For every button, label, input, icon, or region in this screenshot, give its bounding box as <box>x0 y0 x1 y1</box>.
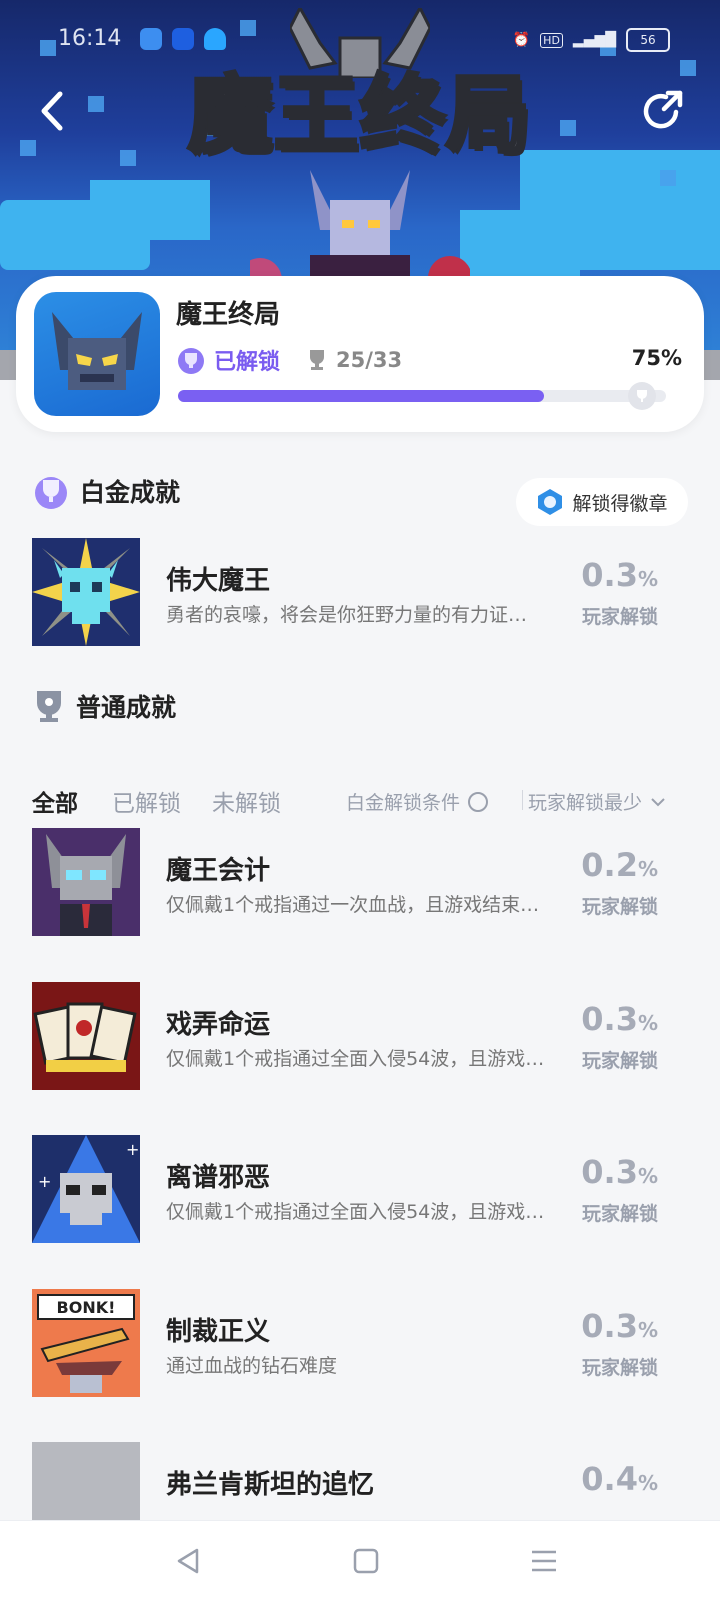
achievement-thumbnail <box>32 538 140 646</box>
platinum-condition-toggle[interactable]: 白金解锁条件 <box>346 788 489 815</box>
demon-accountant-icon <box>46 834 126 936</box>
achievement-name: 制裁正义 <box>166 1317 271 1347</box>
achievement-description: 勇者的哀嚎，将会是你狂野力量的有力证… <box>166 604 528 626</box>
unlock-rate: 0.2% <box>581 846 658 884</box>
trophy-count-value: 25/33 <box>336 348 403 372</box>
status-bar: 16:14 ⏰ HD ▂▄▆█ 56 <box>0 22 720 62</box>
status-indicators: ⏰ HD ▂▄▆█ 56 <box>513 28 670 52</box>
svg-text:+: + <box>126 1140 139 1159</box>
app-notification-icon <box>172 28 194 50</box>
unlock-badge-button[interactable]: 解锁得徽章 <box>516 478 688 526</box>
share-icon[interactable] <box>640 88 686 134</box>
back-icon[interactable] <box>34 88 74 134</box>
sort-dropdown[interactable]: 玩家解锁最少 <box>528 788 666 815</box>
achievement-item[interactable]: BONK! 制裁正义 通过血战的钻石难度 0.3% 玩家解锁 <box>32 1289 688 1397</box>
achievement-thumbnail: + + <box>32 1135 140 1243</box>
platinum-heading: 白金成就 <box>80 478 181 507</box>
nav-back-icon[interactable] <box>168 1541 208 1581</box>
signal-icon: ▂▄▆█ <box>572 32 616 48</box>
achievement-name: 弗兰肯斯坦的追忆 <box>166 1470 375 1500</box>
trophy-icon <box>37 691 61 722</box>
alarm-icon: ⏰ <box>512 32 531 48</box>
skull-burst-icon <box>32 538 140 646</box>
achievement-item[interactable]: 魔王会计 仅佩戴1个戒指通过一次血战，且游戏结束… 0.2% 玩家解锁 <box>32 828 688 936</box>
platinum-section-header: 白金成就 <box>32 472 180 510</box>
normal-section-header: 普通成就 <box>32 688 176 724</box>
completion-percent: 75% <box>631 346 682 370</box>
platinum-trophy-icon <box>178 348 204 374</box>
svg-text:+: + <box>38 1172 51 1191</box>
tab-all[interactable]: 全部 <box>32 784 78 818</box>
achievement-name: 戏弄命运 <box>166 1010 271 1040</box>
tab-locked[interactable]: 未解锁 <box>212 784 281 818</box>
platinum-achievement-item[interactable]: 伟大魔王 勇者的哀嚎，将会是你狂野力量的有力证… 0.3% 玩家解锁 <box>32 538 688 646</box>
filter-divider <box>522 790 523 810</box>
chevron-down-icon <box>651 797 665 806</box>
unlock-rate-label: 玩家解锁 <box>581 1203 658 1225</box>
sort-label: 玩家解锁最少 <box>528 792 643 814</box>
tab-unlocked[interactable]: 已解锁 <box>112 784 181 818</box>
achievement-thumbnail: BONK! <box>32 1289 140 1397</box>
platinum-trophy-icon <box>35 477 67 509</box>
unlock-rate-label: 玩家解锁 <box>581 606 658 628</box>
unlock-status: 已解锁 25/33 <box>176 344 402 376</box>
unlock-rate: 0.3% <box>581 1153 658 1191</box>
system-nav-bar <box>0 1520 720 1609</box>
unlock-rate: 0.3% <box>581 1307 658 1345</box>
achievement-description: 仅佩戴1个戒指通过全面入侵54波，且游戏… <box>166 1201 545 1223</box>
platinum-condition-label: 白金解锁条件 <box>346 792 461 814</box>
game-summary-card: 魔王终局 已解锁 25/33 75% <box>16 276 704 432</box>
normal-heading: 普通成就 <box>76 693 177 722</box>
unlock-rate-label: 玩家解锁 <box>581 1050 658 1072</box>
achievement-description: 通过血战的钻石难度 <box>166 1355 338 1377</box>
game-logo: 魔王终局 <box>186 64 532 166</box>
unlock-rate-label: 玩家解锁 <box>581 896 658 918</box>
achievement-thumbnail <box>32 982 140 1090</box>
status-time: 16:14 <box>58 26 122 51</box>
unlock-rate: 0.4% <box>581 1460 658 1498</box>
unlock-rate-label: 玩家解锁 <box>581 1357 658 1379</box>
achievement-description: 仅佩戴1个戒指通过全面入侵54波，且游戏… <box>166 1048 545 1070</box>
achievement-description: 仅佩戴1个戒指通过一次血战，且游戏结束… <box>166 894 540 916</box>
nav-menu-icon[interactable] <box>524 1541 564 1581</box>
status-app-icons <box>140 28 226 50</box>
progress-end-trophy-icon <box>628 382 656 410</box>
cards-icon <box>33 1002 137 1072</box>
battery-icon: 56 <box>626 28 670 52</box>
badge-icon <box>538 489 563 515</box>
game-icon[interactable] <box>34 292 160 416</box>
achievement-name: 伟大魔王 <box>166 566 271 596</box>
evil-skull-icon: ++ <box>32 1135 140 1243</box>
achievement-item[interactable]: 戏弄命运 仅佩戴1个戒指通过全面入侵54波，且游戏… 0.3% 玩家解锁 <box>32 982 688 1090</box>
achievement-name: 魔王会计 <box>166 856 271 886</box>
achievement-filter-tabs: 全部 已解锁 未解锁 白金解锁条件 玩家解锁最少 <box>32 784 688 818</box>
achievement-name: 离谱邪恶 <box>166 1163 271 1193</box>
trophy-icon <box>310 350 325 370</box>
bonk-text: BONK! <box>57 1298 116 1317</box>
toggle-circle-icon <box>468 791 489 812</box>
demon-face-icon <box>52 312 142 390</box>
progress-fill <box>178 390 544 402</box>
achievement-thumbnail <box>32 828 140 936</box>
qq-icon <box>204 28 226 50</box>
unlock-rate: 0.3% <box>581 1000 658 1038</box>
unlock-rate: 0.3% <box>581 556 658 594</box>
app-notification-icon <box>140 28 162 50</box>
achievement-item[interactable]: + + 离谱邪恶 仅佩戴1个戒指通过全面入侵54波，且游戏… 0.3% 玩家解锁 <box>32 1135 688 1243</box>
game-title: 魔王终局 <box>176 300 281 330</box>
nav-home-icon[interactable] <box>346 1541 386 1581</box>
hd-icon: HD <box>540 32 563 48</box>
unlock-badge-label: 解锁得徽章 <box>572 492 668 515</box>
unlocked-label: 已解锁 <box>214 350 281 375</box>
bonk-icon: BONK! <box>37 1294 135 1393</box>
completion-progress-bar <box>178 390 666 402</box>
trophy-count: 25/33 <box>306 348 402 372</box>
